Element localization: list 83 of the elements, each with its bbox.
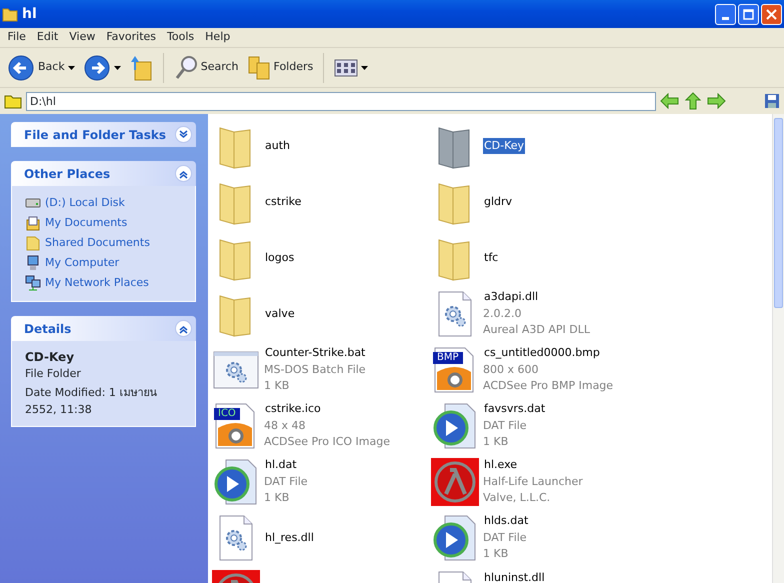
file-name[interactable]: favsvrs.dat: [483, 401, 546, 418]
docs-icon: [25, 215, 41, 231]
file-detail: Half-Life Launcher: [483, 474, 583, 490]
file-detail: DAT File: [483, 530, 528, 546]
place-link[interactable]: My Network Places: [45, 274, 149, 292]
folder-icon: [2, 6, 18, 22]
file-name[interactable]: Counter-Strike.bat: [264, 345, 366, 362]
file-name[interactable]: hl.dat: [264, 457, 308, 474]
network-icon: [25, 275, 41, 291]
folder-icon: [4, 93, 22, 109]
maximize-button[interactable]: [738, 4, 759, 24]
file-detail: 1 KB: [483, 546, 510, 562]
up-arrow-icon[interactable]: [684, 92, 702, 110]
window-title: hl: [22, 4, 37, 24]
file-detail: MS-DOS Batch File: [264, 362, 366, 378]
minimize-icon: [722, 16, 729, 20]
file-detail: ACDSee Pro BMP Image: [483, 378, 614, 394]
lambda-logo-icon: [431, 458, 479, 506]
file-detail: Valve, L.L.C.: [483, 490, 552, 506]
close-button[interactable]: [761, 4, 782, 24]
maximize-icon: [743, 8, 754, 20]
menu-item[interactable]: Help: [200, 29, 236, 46]
menu-item[interactable]: View: [64, 29, 101, 46]
file-name[interactable]: a3dapi.dll: [483, 289, 590, 306]
place-link[interactable]: (D:) Local Disk: [45, 194, 125, 212]
shared-icon: [25, 235, 41, 251]
file-detail: 2.0.2.0: [483, 306, 522, 322]
save-icon[interactable]: [764, 93, 780, 109]
folders-icon: [246, 54, 271, 80]
file-name[interactable]: gldrv: [483, 194, 514, 210]
caret-icon: [68, 66, 75, 70]
file-name[interactable]: hl_res.dll: [264, 530, 315, 546]
back-arrow-icon[interactable]: [660, 93, 680, 109]
back-button[interactable]: Back: [4, 52, 78, 84]
file-name[interactable]: hlds.dat: [483, 513, 530, 530]
file-detail: 800 x 600: [483, 362, 540, 378]
panel-header[interactable]: Other Places: [11, 161, 196, 186]
file-detail: 1 KB: [483, 434, 510, 450]
file-name[interactable]: cstrike.ico: [264, 401, 390, 418]
menu-item[interactable]: Favorites: [100, 29, 162, 46]
file-name[interactable]: auth: [264, 138, 291, 154]
file-name[interactable]: hl.exe: [483, 457, 583, 474]
file-detail: Aureal A3D API DLL: [483, 322, 590, 338]
views-icon: [334, 58, 358, 78]
scrollbar-thumb[interactable]: [774, 118, 783, 308]
file-detail: ACDSee Pro ICO Image: [264, 434, 390, 450]
file-name[interactable]: tfc: [483, 250, 500, 266]
file-type-label: BMP: [433, 352, 463, 364]
search-button[interactable]: Search: [170, 52, 242, 82]
search-icon: [174, 54, 198, 80]
menu-item[interactable]: File: [2, 29, 32, 46]
file-detail: 48 x 48: [264, 418, 306, 434]
close-icon: [766, 8, 777, 20]
file-detail: DAT File: [483, 418, 528, 434]
computer-icon: [25, 255, 41, 271]
menu-item[interactable]: Edit: [31, 29, 64, 46]
file-name[interactable]: valve: [264, 306, 296, 322]
file-type-label: ICO: [214, 408, 240, 420]
scrollbar[interactable]: [772, 114, 784, 583]
folders-button[interactable]: Folders: [244, 52, 316, 82]
file-name[interactable]: CD-Key: [483, 138, 526, 154]
file-name[interactable]: cs_untitled0000.bmp: [483, 345, 614, 362]
forward-arrow-icon[interactable]: [706, 93, 726, 109]
detail-name: CD-Key: [25, 349, 76, 366]
up-folder-icon: [128, 54, 153, 82]
place-link[interactable]: My Computer: [45, 254, 120, 272]
place-link[interactable]: My Documents: [45, 214, 128, 232]
place-link[interactable]: Shared Documents: [45, 234, 150, 252]
address-field[interactable]: D:\hl: [26, 92, 656, 110]
file-detail: 1 KB: [264, 378, 290, 394]
file-name[interactable]: cstrike: [264, 194, 302, 210]
caret-icon: [361, 66, 368, 70]
detail-type: File Folder: [25, 366, 82, 382]
file-detail: 1 KB: [264, 490, 290, 506]
file-detail: DAT File: [264, 474, 308, 490]
minimize-button[interactable]: [715, 4, 736, 24]
panel-header[interactable]: Details: [11, 316, 196, 341]
caret-icon: [114, 66, 121, 70]
detail-date: Date Modified: 1 เมษายน 2552, 11:38: [25, 385, 158, 418]
panel-header[interactable]: File and Folder Tasks: [11, 122, 196, 147]
menu-item[interactable]: Tools: [162, 29, 200, 46]
file-name[interactable]: hluninst.dll: [483, 570, 546, 583]
file-name[interactable]: logos: [264, 250, 296, 266]
